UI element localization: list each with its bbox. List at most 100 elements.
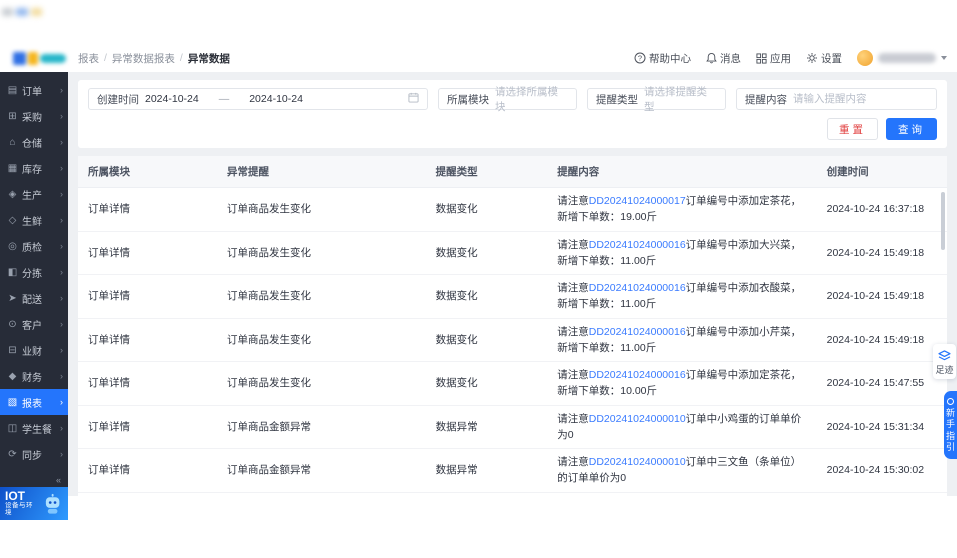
grid-icon xyxy=(756,53,767,64)
chevron-right-icon: › xyxy=(60,293,63,303)
order-number-link[interactable]: DD20241024000016 xyxy=(589,369,686,381)
sidebar-item-peisong[interactable]: ➤配送› xyxy=(0,285,68,311)
footprint-widget[interactable]: 足迹 xyxy=(933,344,956,379)
order-number-link[interactable]: DD20241024000017 xyxy=(589,195,686,207)
sorting-icon: ◧ xyxy=(7,267,18,278)
cell-type: 数据变化 xyxy=(426,492,548,496)
bell-icon xyxy=(706,52,717,64)
content-area: 创建时间 2024-10-24 — 2024-10-24 所属模块 请选择 xyxy=(68,72,957,496)
customer-icon: ⊙ xyxy=(7,319,18,330)
topbar-actions: ? 帮助中心 消息 应用 设置 xyxy=(634,50,957,66)
cell-content: 请注意DD20241024000016订单编号中添加小芹菜，新增下单数：11.0… xyxy=(547,318,816,362)
cell-type: 数据变化 xyxy=(426,318,548,362)
sidebar-item-baobiao[interactable]: ▧报表› xyxy=(0,389,68,415)
topbar: 报表/异常数据报表/异常数据 ? 帮助中心 消息 应用 设置 xyxy=(0,44,957,72)
studentmeal-icon: ◫ xyxy=(7,423,18,434)
finance-icon: ◆ xyxy=(7,371,18,382)
browser-chrome-blur xyxy=(2,8,42,16)
sidebar-item-dingdan[interactable]: ▤订单› xyxy=(0,77,68,103)
settings-button[interactable]: 设置 xyxy=(806,51,842,66)
chevron-right-icon: › xyxy=(60,345,63,355)
iot-logo-block[interactable]: IOT 设备与环境 xyxy=(0,487,68,520)
cell-module: 订单详情 xyxy=(78,231,217,275)
sidebar-item-zhijian[interactable]: ◎质检› xyxy=(0,233,68,259)
sidebar-item-label: 财务 xyxy=(22,369,42,384)
sidebar-item-caiwu[interactable]: ◆财务› xyxy=(0,363,68,389)
sidebar-item-fenjian[interactable]: ◧分拣› xyxy=(0,259,68,285)
cell-type: 数据变化 xyxy=(426,188,548,232)
date-range-picker[interactable]: 创建时间 2024-10-24 — 2024-10-24 xyxy=(88,88,428,110)
sidebar-items: ▤订单›⊞采购›⌂仓储›▦库存›◈生产›◇生鲜›◎质检›◧分拣›➤配送›⊙客户›… xyxy=(0,72,68,474)
table-row: 订单详情订单商品发生变化数据变化请注意DD20241024000010订单编号中… xyxy=(78,492,947,496)
messages-button[interactable]: 消息 xyxy=(706,51,741,66)
breadcrumb: 报表/异常数据报表/异常数据 xyxy=(78,51,230,66)
qc-icon: ◎ xyxy=(7,241,18,252)
sidebar-item-kucun[interactable]: ▦库存› xyxy=(0,155,68,181)
apps-label: 应用 xyxy=(770,51,791,66)
cell-alert: 订单商品发生变化 xyxy=(217,362,426,406)
order-number-link[interactable]: DD20241024000010 xyxy=(589,413,686,425)
order-number-link[interactable]: DD20241024000016 xyxy=(589,326,686,338)
chevron-right-icon: › xyxy=(60,215,63,225)
sidebar: ▤订单›⊞采购›⌂仓储›▦库存›◈生产›◇生鲜›◎质检›◧分拣›➤配送›⊙客户›… xyxy=(0,72,68,520)
chevron-right-icon: › xyxy=(60,449,63,459)
breadcrumb-item[interactable]: 异常数据报表 xyxy=(112,51,175,66)
content-prefix: 请注意 xyxy=(557,195,589,207)
table-row: 订单详情订单商品发生变化数据变化请注意DD20241024000016订单编号中… xyxy=(78,362,947,406)
help-center-button[interactable]: ? 帮助中心 xyxy=(634,51,691,66)
cell-module: 订单详情 xyxy=(78,405,217,449)
sidebar-item-cangchu[interactable]: ⌂仓储› xyxy=(0,129,68,155)
cell-alert: 订单商品金额异常 xyxy=(217,449,426,493)
search-button[interactable]: 查询 xyxy=(886,118,937,140)
chevron-right-icon: › xyxy=(60,85,63,95)
order-number-link[interactable]: DD20241024000016 xyxy=(589,282,686,294)
order-number-link[interactable]: DD20241024000010 xyxy=(589,456,686,468)
sidebar-item-xueshengcan[interactable]: ◫学生餐› xyxy=(0,415,68,441)
content-prefix: 请注意 xyxy=(557,326,589,338)
alert-content-input[interactable] xyxy=(793,93,928,105)
guide-ribbon[interactable]: 新手指引 xyxy=(944,391,957,459)
alert-type-select[interactable]: 提醒类型 请选择提醒类型 xyxy=(587,88,726,110)
screen: 报表/异常数据报表/异常数据 ? 帮助中心 消息 应用 设置 xyxy=(0,0,957,558)
sidebar-item-yecai[interactable]: ⊟业财› xyxy=(0,337,68,363)
svg-text:?: ? xyxy=(638,54,642,63)
date-end-value: 2024-10-24 xyxy=(249,93,303,105)
cell-time: 2024-10-24 16:37:18 xyxy=(817,188,947,232)
breadcrumb-item: 异常数据 xyxy=(188,51,230,66)
sidebar-item-shengchan[interactable]: ◈生产› xyxy=(0,181,68,207)
sidebar-item-caigou[interactable]: ⊞采购› xyxy=(0,103,68,129)
content-prefix: 请注意 xyxy=(557,456,589,468)
user-name-blurred xyxy=(878,53,936,63)
sidebar-item-shengxian[interactable]: ◇生鲜› xyxy=(0,207,68,233)
sidebar-item-tongbu[interactable]: ⟳同步› xyxy=(0,441,68,467)
logo-block-teal xyxy=(40,54,66,63)
user-menu[interactable] xyxy=(857,50,947,66)
apps-button[interactable]: 应用 xyxy=(756,51,791,66)
cell-module: 订单详情 xyxy=(78,188,217,232)
cell-type: 数据变化 xyxy=(426,362,548,406)
app-logo[interactable] xyxy=(0,52,78,65)
sidebar-item-label: 业财 xyxy=(22,343,42,358)
module-select[interactable]: 所属模块 请选择所属模块 xyxy=(438,88,577,110)
cell-content: 请注意DD20241024000010订单编号中添加小白菜，新增下单数：11.0… xyxy=(547,492,816,496)
cell-time: 2024-10-24 15:47:55 xyxy=(817,362,947,406)
reset-button[interactable]: 重置 xyxy=(827,118,878,140)
report-icon: ▧ xyxy=(7,397,18,408)
cell-module: 订单详情 xyxy=(78,449,217,493)
sidebar-item-label: 采购 xyxy=(22,109,42,124)
cell-content: 请注意DD20241024000016订单编号中添加定茶花，新增下单数：10.0… xyxy=(547,362,816,406)
chevron-right-icon: › xyxy=(60,111,63,121)
chevron-right-icon: › xyxy=(60,189,63,199)
table-panel: 所属模块 异常提醒 提醒类型 提醒内容 创建时间 订单详情订单商品发生变化数据变… xyxy=(78,156,947,496)
sidebar-item-kehu[interactable]: ⊙客户› xyxy=(0,311,68,337)
order-number-link[interactable]: DD20241024000016 xyxy=(589,239,686,251)
cell-module: 订单详情 xyxy=(78,362,217,406)
type-filter-label: 提醒类型 xyxy=(596,92,638,107)
module-filter-label: 所属模块 xyxy=(447,92,489,107)
robot-mascot-icon xyxy=(42,492,63,516)
sidebar-collapse-button[interactable]: « xyxy=(0,474,68,487)
cell-content: 请注意DD20241024000016订单编号中添加衣酸菜，新增下单数：11.0… xyxy=(547,275,816,319)
sidebar-item-label: 客户 xyxy=(22,317,42,332)
breadcrumb-item[interactable]: 报表 xyxy=(78,51,99,66)
vertical-scrollbar-thumb[interactable] xyxy=(941,192,945,250)
